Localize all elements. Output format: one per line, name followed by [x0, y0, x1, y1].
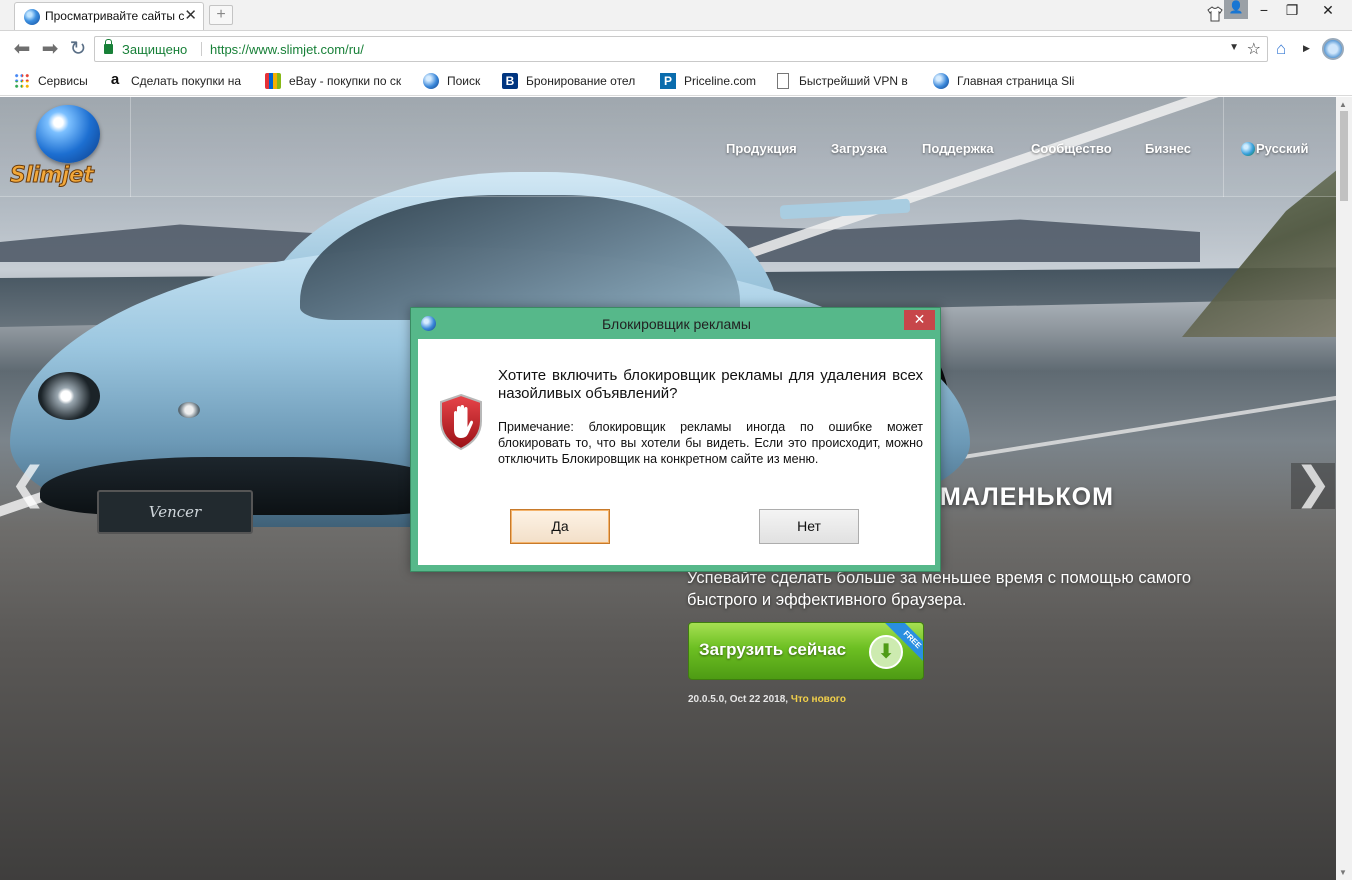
- version-text: 20.0.5.0, Oct 22 2018,: [688, 694, 791, 705]
- hero-subtitle: Успевайте сделать больше за меньшее врем…: [687, 569, 1192, 609]
- slimjet-favicon-icon: [24, 9, 40, 25]
- nav-community[interactable]: Сообщество: [1031, 141, 1112, 156]
- download-arrow-icon: ⬇: [869, 635, 903, 669]
- download-label: Загрузить сейчас: [699, 640, 847, 659]
- priceline-icon: P: [660, 73, 676, 89]
- dialog-body: Хотите включить блокировщик рекламы для …: [418, 339, 935, 565]
- no-button[interactable]: Нет: [759, 509, 859, 544]
- slider-next-icon[interactable]: ❯: [1291, 462, 1335, 509]
- new-tab-button[interactable]: +: [209, 5, 233, 25]
- nav-download[interactable]: Загрузка: [831, 141, 887, 156]
- yes-button[interactable]: Да: [510, 509, 610, 544]
- car-wing: [779, 198, 911, 220]
- back-arrow-icon[interactable]: ⬅: [10, 37, 34, 61]
- scroll-up-icon[interactable]: ▲: [1339, 100, 1347, 109]
- dialog-close-button[interactable]: ✕: [904, 310, 935, 330]
- car-headlight: [38, 372, 100, 420]
- apps-icon: [14, 73, 30, 89]
- url-text[interactable]: https://www.slimjet.com/ru/: [210, 42, 364, 57]
- dialog-question: Хотите включить блокировщик рекламы для …: [498, 367, 923, 402]
- browser-toolbar: ⬅ ➡ ↻ Защищено https://www.slimjet.com/r…: [0, 30, 1352, 66]
- bookmark-label: Priceline.com: [684, 74, 757, 88]
- whats-new-link[interactable]: Что нового: [791, 694, 846, 705]
- download-now-button[interactable]: Загрузить сейчас ⬇ FREE: [688, 622, 924, 680]
- bookmark-label: Сделать покупки на: [131, 74, 242, 88]
- slimjet-logo-text[interactable]: Slimjet: [9, 163, 94, 189]
- page-scrollbar[interactable]: ▲ ▼: [1336, 97, 1352, 880]
- version-info: 20.0.5.0, Oct 22 2018, Что нового: [688, 694, 846, 705]
- bookmark-label: Сервисы: [38, 74, 88, 88]
- nav-products[interactable]: Продукция: [726, 141, 797, 156]
- ebay-icon: [265, 73, 281, 89]
- nav-support[interactable]: Поддержка: [922, 141, 994, 156]
- document-icon: [777, 73, 789, 89]
- language-selector[interactable]: Русский: [1256, 141, 1309, 156]
- bookmark-label: eBay - покупки по ск: [289, 74, 402, 88]
- dropdown-arrow-icon[interactable]: ▼: [1229, 42, 1239, 53]
- slider-prev-icon[interactable]: ❮: [6, 462, 50, 509]
- home-dropdown-icon[interactable]: ▶: [1303, 43, 1310, 54]
- secure-label: Защищено: [122, 42, 188, 57]
- site-header: Slimjet Продукция Загрузка Поддержка Соо…: [0, 97, 1336, 197]
- language-globe-icon[interactable]: [1241, 142, 1255, 156]
- hero-title: МАЛЕНЬКОМ: [940, 483, 1114, 511]
- address-separator: [201, 42, 202, 56]
- address-bar[interactable]: Защищено https://www.slimjet.com/ru/ ▼ ☆: [94, 36, 1268, 62]
- bookmarks-bar: Сервисы a Сделать покупки на eBay - поку…: [0, 66, 1352, 96]
- car-badge: [178, 402, 200, 418]
- bookmark-label: Бронирование отел: [526, 74, 636, 88]
- bookmark-label: Быстрейший VPN в: [799, 74, 908, 88]
- user-profile-icon[interactable]: 👤: [1224, 0, 1248, 19]
- window-close-button[interactable]: ✕: [1306, 0, 1350, 22]
- globe-icon: [423, 73, 439, 89]
- slimjet-logo-icon[interactable]: [36, 105, 100, 163]
- reload-icon[interactable]: ↻: [66, 37, 90, 61]
- dialog-note: Примечание: блокировщик рекламы иногда п…: [498, 420, 923, 466]
- skin-shirt-icon[interactable]: [1207, 6, 1223, 22]
- dialog-title: Блокировщик рекламы: [602, 316, 751, 332]
- booking-icon: B: [502, 73, 518, 89]
- nav-business[interactable]: Бизнес: [1145, 141, 1191, 156]
- adblock-dialog: Блокировщик рекламы ✕ Хотите включить бл…: [410, 307, 941, 572]
- browser-tab[interactable]: Просматривайте сайты с ✕: [14, 2, 204, 30]
- bookmark-star-icon[interactable]: ☆: [1247, 39, 1261, 59]
- window-minimize-button[interactable]: −: [1250, 0, 1278, 22]
- header-divider: [1223, 97, 1224, 197]
- tab-title: Просматривайте сайты с: [45, 9, 185, 23]
- bookmark-label: Главная страница Sli: [957, 74, 1075, 88]
- lock-icon: [104, 39, 113, 54]
- car-plate: Vencer: [97, 490, 253, 534]
- forward-arrow-icon[interactable]: ➡: [38, 37, 62, 61]
- settings-globe-icon[interactable]: [1322, 38, 1344, 60]
- window-maximize-button[interactable]: ❐: [1278, 0, 1306, 22]
- tab-strip: Просматривайте сайты с ✕ + 👤 − ❐ ✕: [0, 0, 1352, 30]
- tab-close-icon[interactable]: ✕: [184, 7, 197, 25]
- header-divider: [130, 97, 131, 197]
- scroll-thumb[interactable]: [1340, 111, 1348, 201]
- home-icon[interactable]: ⌂: [1276, 39, 1286, 59]
- globe-icon: [933, 73, 949, 89]
- amazon-icon: a: [107, 72, 123, 89]
- bookmark-label: Поиск: [447, 74, 481, 88]
- stop-shield-icon: [440, 393, 482, 451]
- scroll-down-icon[interactable]: ▼: [1339, 868, 1347, 877]
